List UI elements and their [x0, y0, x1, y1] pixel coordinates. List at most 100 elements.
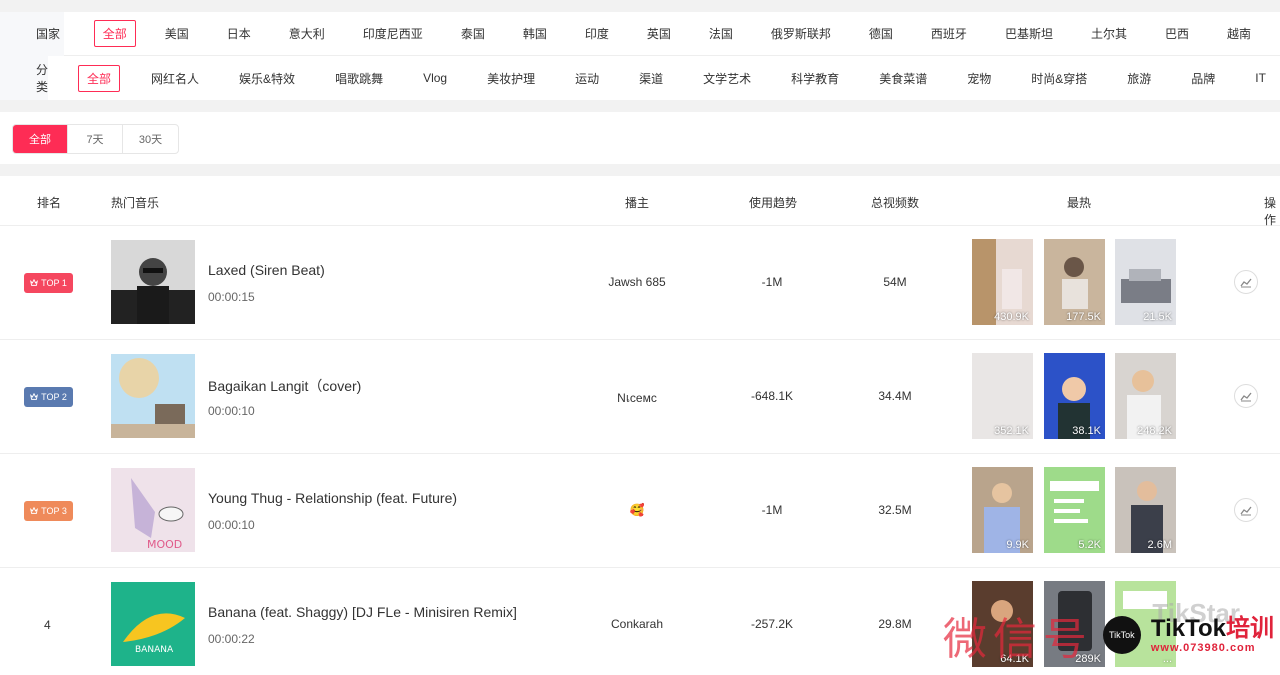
category-option-sports[interactable]: 运动 [566, 65, 608, 92]
usage-trend: -257.2K [750, 617, 794, 631]
song-title[interactable]: Laxed (Siren Beat) [208, 262, 325, 278]
filter-panel: 国家 全部 美国 日本 意大利 印度尼西亚 泰国 韩国 印度 英国 法国 俄罗斯… [0, 11, 1280, 100]
table-row[interactable]: TOP 1 Laxed (Siren Beat) 00:00:15 Jawsh … [0, 226, 1280, 340]
creator-name[interactable]: Conkarah [611, 617, 663, 631]
country-option-fr[interactable]: 法国 [700, 20, 742, 47]
song-duration: 00:00:15 [208, 290, 255, 304]
header-music: 热门音乐 [111, 196, 160, 210]
category-filter-row: 分类 全部 网红名人 娱乐&特效 唱歌跳舞 Vlog 美妆护理 运动 渠道 文学… [0, 56, 1280, 100]
country-option-tr[interactable]: 土尔其 [1082, 20, 1136, 47]
country-option-ru[interactable]: 俄罗斯联邦 [762, 20, 840, 47]
watermark-faint-brand: TikStar [1152, 598, 1240, 628]
song-title[interactable]: Young Thug - Relationship (feat. Future) [208, 490, 457, 506]
country-option-pk[interactable]: 巴基斯坦 [996, 20, 1062, 47]
period-all-button[interactable]: 全部 [13, 125, 68, 153]
header-creator: 播主 [625, 196, 650, 210]
total-videos: 54M [883, 275, 907, 289]
song-title[interactable]: Banana (feat. Shaggy) [DJ FLe - Minisire… [208, 604, 517, 620]
category-option-food[interactable]: 美食菜谱 [870, 65, 936, 92]
trend-chart-icon [1240, 506, 1252, 516]
usage-trend: -1M [761, 503, 783, 517]
category-option-influencer[interactable]: 网红名人 [142, 65, 208, 92]
country-option-in[interactable]: 印度 [576, 20, 618, 47]
total-videos: 29.8M [878, 617, 912, 631]
period-30d-button[interactable]: 30天 [123, 125, 178, 153]
song-cover[interactable]: BANANA [111, 582, 195, 666]
svg-text:BANANA: BANANA [135, 645, 174, 655]
video-thumb[interactable]: 248.2K [1115, 353, 1176, 439]
category-option-fashion[interactable]: 时尚&穿搭 [1022, 65, 1096, 92]
header-hottest: 最热 [1067, 196, 1092, 210]
rank-badge: TOP 2 [24, 387, 73, 407]
creator-name[interactable]: 🥰 [630, 503, 645, 517]
category-option-channel[interactable]: 渠道 [630, 65, 672, 92]
table-row[interactable]: TOP 2 Bagaikan Langit（cover) 00:00:10 Nเ… [0, 340, 1280, 454]
song-title[interactable]: Bagaikan Langit（cover) [208, 376, 361, 396]
video-thumb[interactable]: 21.5K [1115, 239, 1176, 325]
rank-number: 4 [44, 618, 51, 632]
video-thumb[interactable]: 38.1K [1044, 353, 1105, 439]
trend-chart-button[interactable] [1234, 270, 1258, 294]
country-option-jp[interactable]: 日本 [218, 20, 260, 47]
country-option-de[interactable]: 德国 [860, 20, 902, 47]
thumb-view-count: 352.1K [994, 425, 1029, 437]
country-option-us[interactable]: 美国 [156, 20, 198, 47]
country-option-uk[interactable]: 英国 [638, 20, 680, 47]
thumb-view-count: 430.9K [994, 311, 1029, 323]
header-total: 总视频数 [871, 196, 920, 210]
song-cover[interactable]: MOOD [111, 468, 195, 552]
period-toggle-group: 全部 7天 30天 [12, 124, 179, 154]
category-option-beauty[interactable]: 美妆护理 [478, 65, 544, 92]
country-option-it[interactable]: 意大利 [280, 20, 334, 47]
country-option-kr[interactable]: 韩国 [514, 20, 556, 47]
video-thumb[interactable]: 177.5K [1044, 239, 1105, 325]
creator-name[interactable]: Jawsh 685 [608, 275, 665, 289]
rank-label: TOP 1 [41, 278, 67, 288]
table-row[interactable]: 4 BANANA Banana (feat. Shaggy) [DJ FLe -… [0, 568, 1280, 675]
song-cover[interactable] [111, 240, 195, 324]
thumb-view-count: 9.9K [1006, 539, 1029, 551]
thumb-view-count: 5.2K [1078, 539, 1101, 551]
rank-label: TOP 2 [41, 392, 67, 402]
category-filter-label: 分类 [0, 56, 49, 100]
video-thumb[interactable]: 9.9K [972, 467, 1033, 553]
song-duration: 00:00:10 [208, 404, 255, 418]
category-option-vlog[interactable]: Vlog [414, 66, 456, 90]
trend-chart-button[interactable] [1234, 498, 1258, 522]
country-option-br[interactable]: 巴西 [1156, 20, 1198, 47]
table-header: 排名 热门音乐 播主 使用趋势 总视频数 最热 操作 [0, 176, 1280, 227]
thumb-view-count: 289K [1075, 653, 1101, 665]
category-option-pets[interactable]: 宠物 [958, 65, 1000, 92]
country-option-th[interactable]: 泰国 [452, 20, 494, 47]
song-cover[interactable] [111, 354, 195, 438]
rank-label: TOP 3 [41, 506, 67, 516]
category-option-sing-dance[interactable]: 唱歌跳舞 [326, 65, 392, 92]
category-option-brand[interactable]: 品牌 [1182, 65, 1224, 92]
rank-badge: TOP 1 [24, 273, 73, 293]
country-option-vn[interactable]: 越南 [1218, 20, 1260, 47]
video-thumb[interactable]: 2.6M [1115, 467, 1176, 553]
period-panel: 全部 7天 30天 [0, 112, 1280, 164]
category-option-travel[interactable]: 旅游 [1118, 65, 1160, 92]
category-option-arts[interactable]: 文学艺术 [694, 65, 760, 92]
usage-trend: -1M [761, 275, 783, 289]
table-row[interactable]: TOP 3 MOOD Young Thug - Relationship (fe… [0, 454, 1280, 568]
period-7d-button[interactable]: 7天 [68, 125, 123, 153]
category-option-science[interactable]: 科学教育 [782, 65, 848, 92]
video-thumb[interactable]: 289K [1044, 581, 1105, 667]
total-videos: 32.5M [878, 503, 912, 517]
header-action: 操作 [1264, 196, 1277, 227]
country-option-es[interactable]: 西班牙 [922, 20, 976, 47]
country-option-id[interactable]: 印度尼西亚 [354, 20, 432, 47]
rank-badge: TOP 3 [24, 501, 73, 521]
video-thumb[interactable]: 5.2K [1044, 467, 1105, 553]
category-option-all[interactable]: 全部 [78, 64, 121, 92]
category-option-entertainment[interactable]: 娱乐&特效 [230, 65, 304, 92]
video-thumb[interactable]: 430.9K [972, 239, 1033, 325]
country-option-all[interactable]: 全部 [93, 20, 136, 47]
video-thumb[interactable]: 352.1K [972, 353, 1033, 439]
trend-chart-button[interactable] [1234, 384, 1258, 408]
category-option-it[interactable]: IT [1246, 66, 1275, 90]
video-thumb[interactable]: 64.1K [972, 581, 1033, 667]
creator-name[interactable]: Nเcемс [617, 389, 657, 408]
